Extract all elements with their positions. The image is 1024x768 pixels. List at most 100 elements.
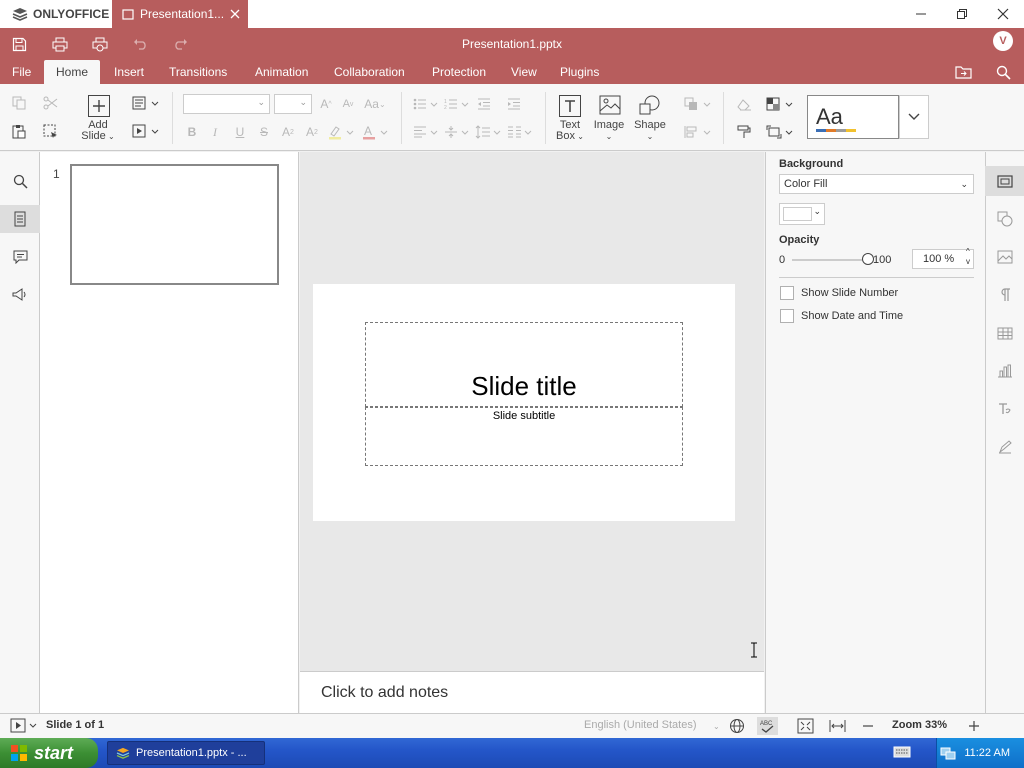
play-slideshow-icon[interactable] <box>10 718 38 734</box>
slide-subtitle-placeholder[interactable]: Slide subtitle <box>365 407 683 466</box>
decrease-indent-icon[interactable] <box>473 94 495 114</box>
network-icon[interactable] <box>940 746 956 760</box>
fill-color-picker[interactable]: ⌄ <box>779 203 825 225</box>
underline-icon[interactable]: U <box>229 122 251 142</box>
text-box-icon[interactable] <box>559 95 581 117</box>
shape-icon[interactable] <box>639 95 661 115</box>
document-tab[interactable]: Presentation1.... <box>112 0 248 28</box>
columns-icon[interactable] <box>506 122 534 142</box>
close-tab-icon[interactable] <box>230 9 248 19</box>
subscript-icon[interactable]: A2 <box>301 122 323 142</box>
quick-print-button[interactable] <box>90 34 110 54</box>
slide-layout-icon[interactable] <box>131 93 161 113</box>
highlight-color-icon[interactable] <box>326 122 356 142</box>
fill-type-select[interactable]: Color Fill ⌄ <box>779 174 974 194</box>
keyboard-icon[interactable] <box>893 746 911 758</box>
menu-file[interactable]: File <box>0 60 43 84</box>
fit-to-width-icon[interactable] <box>829 719 846 733</box>
search-icon[interactable] <box>993 62 1013 82</box>
language-select[interactable]: English (United States) <box>584 719 697 731</box>
undo-button[interactable] <box>130 34 150 54</box>
copy-icon[interactable] <box>8 93 30 113</box>
font-name-select[interactable]: ⌄ <box>183 94 270 114</box>
slide-settings-icon[interactable] <box>985 166 1024 196</box>
color-scheme-icon[interactable] <box>765 94 795 114</box>
numbering-icon[interactable]: 12 <box>443 94 471 114</box>
comments-icon[interactable] <box>0 243 40 271</box>
italic-icon[interactable]: I <box>204 122 226 142</box>
increase-font-icon[interactable]: A ^ <box>315 94 337 114</box>
theme-preview[interactable]: Aa <box>807 95 899 139</box>
show-date-time-checkbox[interactable] <box>780 309 794 323</box>
tab-collaboration[interactable]: Collaboration <box>322 60 417 84</box>
opacity-slider-track[interactable] <box>792 259 868 261</box>
cut-icon[interactable] <box>39 93 61 113</box>
align-left-icon[interactable] <box>412 122 440 142</box>
slide-title-placeholder[interactable]: Slide title <box>365 322 683 407</box>
tab-plugins[interactable]: Plugins <box>548 60 611 84</box>
taskbar-item-presentation[interactable]: Presentation1.pptx - ... <box>107 741 265 765</box>
show-slide-number-checkbox[interactable] <box>780 286 794 300</box>
clear-style-icon[interactable] <box>733 94 755 114</box>
redo-button[interactable] <box>170 34 190 54</box>
text-box-label[interactable]: Text Box ⌄ <box>552 120 588 142</box>
add-slide-icon[interactable] <box>88 95 110 117</box>
zoom-out-icon[interactable] <box>861 719 875 733</box>
slide-canvas[interactable]: Slide title Slide subtitle <box>313 284 735 521</box>
shape-label[interactable]: Shape ⌄ <box>632 120 668 142</box>
paste-icon[interactable] <box>8 121 30 141</box>
notes-area[interactable]: Click to add notes <box>300 671 764 713</box>
strikethrough-icon[interactable]: S <box>253 122 275 142</box>
restore-button[interactable] <box>942 0 982 28</box>
increase-indent-icon[interactable] <box>503 94 525 114</box>
superscript-icon[interactable]: A2 <box>277 122 299 142</box>
select-all-icon[interactable] <box>39 121 61 141</box>
paragraph-settings-icon[interactable] <box>985 280 1024 310</box>
slide-thumbnail[interactable] <box>70 164 279 285</box>
tab-insert[interactable]: Insert <box>102 60 156 84</box>
user-avatar[interactable]: V <box>993 31 1013 51</box>
spellcheck-icon[interactable]: ABC <box>757 717 778 735</box>
signature-settings-icon[interactable] <box>985 432 1024 462</box>
chart-settings-icon[interactable] <box>985 356 1024 386</box>
start-slideshow-icon[interactable] <box>131 121 161 141</box>
open-file-location-icon[interactable] <box>953 62 973 82</box>
add-slide-label[interactable]: Add Slide ⌄ <box>80 120 116 142</box>
theme-dropdown-button[interactable] <box>899 95 929 139</box>
tab-home[interactable]: Home <box>44 60 101 84</box>
text-art-settings-icon[interactable] <box>985 394 1024 424</box>
font-size-select[interactable]: ⌄ <box>274 94 312 114</box>
start-button[interactable]: start <box>0 738 98 768</box>
save-button[interactable] <box>9 34 29 54</box>
decrease-font-icon[interactable]: Av <box>337 94 359 114</box>
image-icon[interactable] <box>599 95 621 115</box>
bullets-icon[interactable] <box>412 94 440 114</box>
tab-protection[interactable]: Protection <box>420 60 498 84</box>
vertical-align-icon[interactable] <box>443 122 471 142</box>
bold-icon[interactable]: B <box>181 122 203 142</box>
opacity-input[interactable]: 100 % ^ v <box>912 247 974 269</box>
tab-view[interactable]: View <box>499 60 549 84</box>
align-shapes-icon[interactable] <box>683 122 713 142</box>
image-settings-icon[interactable] <box>985 242 1024 272</box>
globe-icon[interactable] <box>729 718 745 734</box>
image-label[interactable]: Image ⌄ <box>591 120 627 142</box>
shape-settings-icon[interactable] <box>985 204 1024 234</box>
print-button[interactable] <box>50 34 70 54</box>
arrange-icon[interactable] <box>683 94 713 114</box>
slide-size-icon[interactable] <box>765 122 795 142</box>
table-settings-icon[interactable] <box>985 318 1024 348</box>
close-window-button[interactable] <box>983 0 1023 28</box>
fit-to-slide-icon[interactable] <box>797 718 814 734</box>
change-case-icon[interactable]: Aa ⌄ <box>361 94 389 114</box>
zoom-in-icon[interactable] <box>967 719 981 733</box>
copy-style-icon[interactable] <box>733 122 755 142</box>
tab-animation[interactable]: Animation <box>243 60 320 84</box>
font-color-icon[interactable]: A <box>360 122 390 142</box>
line-spacing-icon[interactable] <box>474 122 502 142</box>
tab-transitions[interactable]: Transitions <box>157 60 239 84</box>
feedback-icon[interactable] <box>0 281 40 309</box>
search-icon[interactable] <box>0 167 40 195</box>
slides-panel-icon[interactable] <box>0 205 40 233</box>
minimize-button[interactable] <box>901 0 941 28</box>
